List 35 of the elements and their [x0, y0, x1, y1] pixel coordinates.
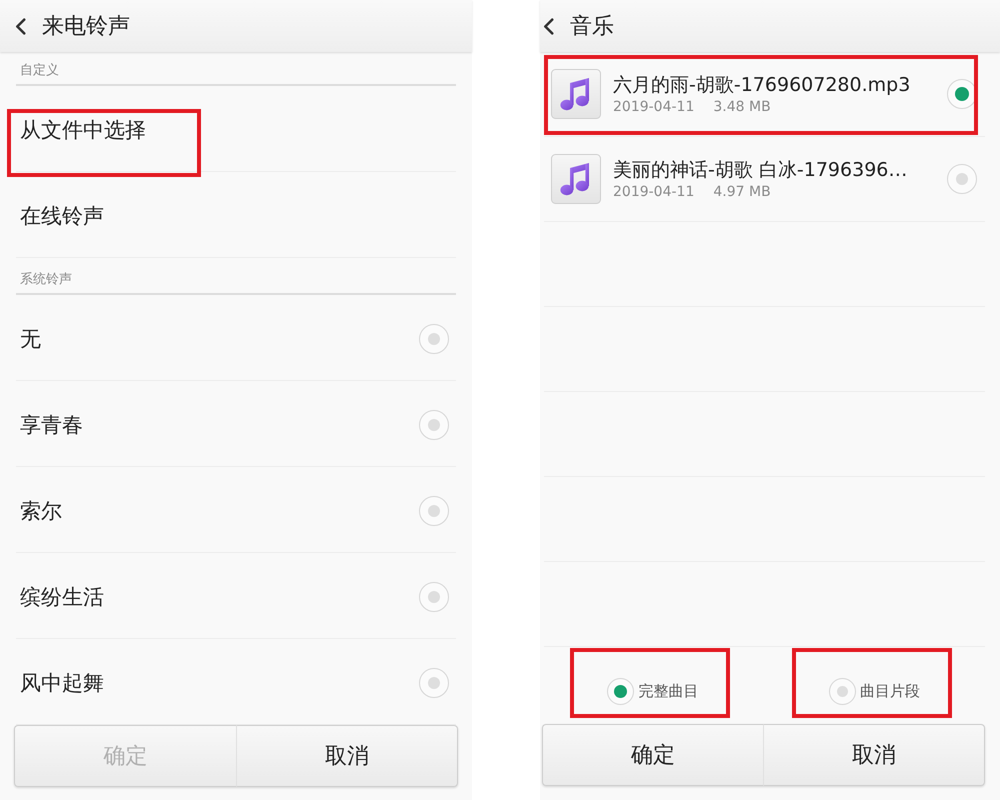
list-item-label[interactable]: 索尔 [20, 496, 62, 524]
section-label: 系统铃声 [20, 271, 72, 288]
file-date: 2019-04-11 [613, 184, 694, 200]
section-label: 自定义 [20, 62, 59, 79]
list-item-label[interactable]: 从文件中选择 [20, 116, 146, 144]
dialog-button[interactable]: 取消 [764, 724, 985, 786]
file-size: 4.97 MB [713, 184, 771, 200]
list-item-label[interactable]: 享青春 [20, 410, 83, 438]
radio-button[interactable] [607, 678, 634, 705]
list-item-label[interactable]: 缤纷生活 [20, 582, 104, 610]
radio-button[interactable] [947, 79, 977, 109]
radio-label[interactable]: 完整曲目 [638, 682, 698, 701]
radio-button[interactable] [828, 678, 856, 705]
screen-title: 来电铃声 [42, 13, 130, 41]
radio-button[interactable] [419, 668, 449, 698]
back-icon[interactable] [15, 18, 26, 34]
file-size: 3.48 MB [713, 99, 771, 116]
back-icon[interactable] [543, 18, 554, 34]
dialog-button[interactable]: 取消 [236, 725, 458, 787]
file-name[interactable]: 美丽的神话-胡歌 白冰-1796396… [613, 158, 947, 182]
file-name[interactable]: 六月的雨-胡歌-1769607280.mp3 [613, 72, 947, 98]
radio-button[interactable] [419, 582, 449, 612]
music-note-icon [551, 154, 601, 204]
radio-button[interactable] [947, 164, 977, 194]
dialog-button[interactable]: 确定 [542, 724, 764, 786]
list-item-label[interactable]: 无 [20, 324, 41, 352]
radio-label[interactable]: 曲目片段 [860, 682, 920, 701]
music-note-icon [551, 69, 601, 119]
radio-button[interactable] [419, 496, 449, 526]
list-item-label[interactable]: 风中起舞 [20, 668, 104, 696]
screen-title: 音乐 [570, 13, 614, 41]
list-item-label[interactable]: 在线铃声 [20, 202, 104, 230]
file-date: 2019-04-11 [613, 99, 694, 116]
radio-button[interactable] [419, 324, 449, 354]
radio-button[interactable] [419, 410, 449, 440]
